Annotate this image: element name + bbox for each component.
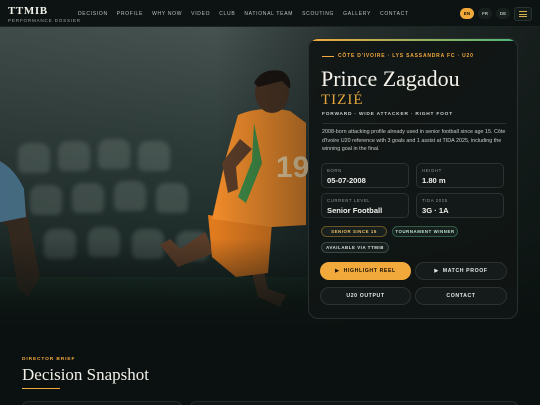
u20-output-button[interactable]: U20 OUTPUT: [320, 287, 411, 305]
card-accent-line: [309, 39, 517, 41]
language-switcher: EN FR DE: [460, 8, 510, 19]
stat-label: TIDA 2025: [422, 198, 448, 203]
player-profile-card: CÔTE D'IVOIRE · LYS SASSANDRA FC · U20 P…: [308, 38, 518, 319]
stat-value: 3G · 1A: [422, 206, 449, 215]
play-icon: ▶: [434, 268, 439, 274]
hamburger-icon[interactable]: [514, 7, 532, 21]
language-de-button[interactable]: DE: [496, 8, 510, 19]
contact-button[interactable]: CONTACT: [415, 287, 507, 305]
stat-current-level: CURRENT LEVEL Senior Football: [321, 193, 409, 218]
section-title: Decision Snapshot: [22, 365, 150, 384]
kicker-line: [322, 55, 334, 57]
section-underline: [22, 388, 60, 389]
highlight-reel-button[interactable]: ▶ HIGHLIGHT REEL: [320, 262, 411, 280]
brand-logo[interactable]: TTMIB PERFORMANCE DOSSIER: [8, 5, 81, 24]
play-icon: ▶: [335, 268, 340, 274]
nav-link-decision[interactable]: DECISION: [78, 11, 108, 17]
contact-label: CONTACT: [446, 293, 476, 299]
stat-label: HEIGHT: [422, 168, 442, 173]
nav-link-contact[interactable]: CONTACT: [380, 11, 409, 17]
brand-tagline: PERFORMANCE DOSSIER: [8, 18, 81, 23]
decision-snapshot-section: DIRECTOR BRIEF Decision Snapshot: [0, 329, 540, 405]
tag-available-via-ttmib: AVAILABLE VIA TTMIB: [321, 242, 389, 253]
stat-label: CURRENT LEVEL: [327, 198, 371, 203]
brand-name: TTMIB: [8, 5, 48, 17]
u20-output-label: U20 OUTPUT: [346, 293, 385, 299]
snapshot-panel: [22, 401, 182, 405]
tag-tournament-winner: TOURNAMENT WINNER: [392, 226, 458, 237]
top-navigation: TTMIB PERFORMANCE DOSSIER DECISION PROFI…: [0, 0, 540, 27]
stat-born: BORN 05-07-2008: [321, 163, 409, 188]
language-en-button[interactable]: EN: [460, 8, 474, 19]
nav-link-video[interactable]: VIDEO: [191, 11, 210, 17]
card-divider: [322, 123, 506, 124]
nav-link-gallery[interactable]: GALLERY: [343, 11, 371, 17]
player-role: FORWARD · WIDE ATTACKER · RIGHT FOOT: [322, 112, 453, 117]
player-surname: TIZIÉ: [321, 92, 364, 108]
nav-link-scouting[interactable]: SCOUTING: [302, 11, 334, 17]
stat-height: HEIGHT 1.80 m: [416, 163, 504, 188]
player-name: Prince Zagadou: [321, 66, 460, 91]
section-kicker: DIRECTOR BRIEF: [22, 357, 76, 362]
snapshot-panel: [190, 401, 518, 405]
tag-senior-since-15: SENIOR SINCE 15: [321, 226, 387, 237]
nav-link-club[interactable]: CLUB: [219, 11, 235, 17]
kicker-text: CÔTE D'IVOIRE · LYS SASSANDRA FC · U20: [338, 53, 474, 59]
card-kicker: CÔTE D'IVOIRE · LYS SASSANDRA FC · U20: [322, 53, 474, 59]
match-proof-label: MATCH PROOF: [442, 268, 488, 274]
stat-label: BORN: [327, 168, 342, 173]
nav-link-profile[interactable]: PROFILE: [117, 11, 143, 17]
stat-value: Senior Football: [327, 206, 383, 215]
highlight-reel-label: HIGHLIGHT REEL: [343, 268, 396, 274]
stat-tida-2025: TIDA 2025 3G · 1A: [416, 193, 504, 218]
nav-links: DECISION PROFILE WHY NOW VIDEO CLUB NATI…: [78, 11, 418, 17]
stat-value: 05-07-2008: [327, 176, 366, 185]
player-bio: 2008-born attacking profile already used…: [322, 129, 506, 153]
nav-link-national-team[interactable]: NATIONAL TEAM: [244, 11, 293, 17]
match-proof-button[interactable]: ▶ MATCH PROOF: [415, 262, 507, 280]
stat-value: 1.80 m: [422, 176, 446, 185]
language-fr-button[interactable]: FR: [478, 8, 492, 19]
nav-link-why-now[interactable]: WHY NOW: [152, 11, 182, 17]
